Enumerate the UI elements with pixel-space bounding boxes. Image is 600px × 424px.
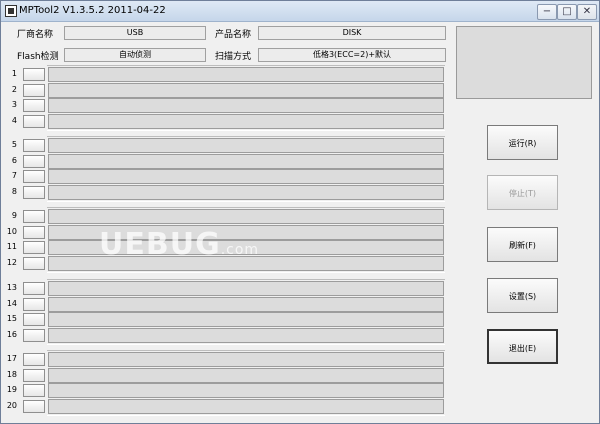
watermark-main: UEBUG bbox=[99, 227, 221, 262]
port-group bbox=[47, 350, 445, 417]
port-number: 9 bbox=[11, 211, 17, 220]
port-number: 16 bbox=[6, 329, 17, 339]
port-number: 17 bbox=[6, 354, 17, 363]
port-number: 7 bbox=[11, 171, 17, 181]
minimize-button[interactable]: − bbox=[537, 4, 557, 20]
port-button[interactable] bbox=[23, 185, 45, 199]
port-button[interactable] bbox=[23, 353, 45, 366]
port-button[interactable] bbox=[23, 313, 45, 327]
port-number: 4 bbox=[11, 115, 17, 125]
port-button[interactable] bbox=[23, 368, 45, 382]
window-title: MPTool2 V1.3.5.2 2011-04-22 bbox=[19, 5, 166, 16]
port-number: 18 bbox=[6, 369, 17, 379]
port-number: 3 bbox=[11, 100, 17, 110]
port-number: 20 bbox=[6, 400, 17, 410]
port-button[interactable] bbox=[23, 297, 45, 311]
flash-detect-field[interactable]: 自动侦测 bbox=[64, 48, 206, 62]
port-button[interactable] bbox=[23, 328, 45, 342]
run-button[interactable]: 运行(R) bbox=[487, 125, 558, 160]
scan-label: 扫描方式 bbox=[215, 52, 252, 62]
stop-button[interactable]: 停止(T) bbox=[487, 175, 558, 210]
port-group bbox=[47, 65, 445, 132]
port-button[interactable] bbox=[23, 399, 45, 413]
port-number: 12 bbox=[6, 257, 17, 267]
port-button[interactable] bbox=[23, 139, 45, 152]
flash-label: Flash检测 bbox=[17, 52, 59, 62]
port-button[interactable] bbox=[23, 225, 45, 239]
port-number: 5 bbox=[11, 140, 17, 149]
port-number: 10 bbox=[6, 226, 17, 236]
port-button[interactable] bbox=[23, 99, 45, 113]
exit-button[interactable]: 退出(E) bbox=[487, 329, 558, 364]
port-button[interactable] bbox=[23, 210, 45, 223]
port-button[interactable] bbox=[23, 83, 45, 97]
app-window: MPTool2 V1.3.5.2 2011-04-22 − □ ✕ 厂商名称 U… bbox=[0, 0, 600, 424]
port-number: 14 bbox=[6, 298, 17, 308]
port-number: 15 bbox=[6, 314, 17, 324]
port-button[interactable] bbox=[23, 170, 45, 184]
port-number: 11 bbox=[6, 242, 17, 252]
port-number: 1 bbox=[11, 69, 17, 78]
port-number: 2 bbox=[11, 84, 17, 94]
vendor-label: 厂商名称 bbox=[17, 30, 54, 40]
port-button[interactable] bbox=[23, 384, 45, 398]
title-bar[interactable]: MPTool2 V1.3.5.2 2011-04-22 − □ ✕ bbox=[1, 1, 599, 22]
maximize-button[interactable]: □ bbox=[557, 4, 577, 20]
app-icon bbox=[5, 5, 17, 17]
preview-panel bbox=[456, 26, 592, 99]
settings-button[interactable]: 设置(S) bbox=[487, 278, 558, 313]
port-button[interactable] bbox=[23, 68, 45, 81]
port-number: 8 bbox=[11, 186, 17, 196]
close-button[interactable]: ✕ bbox=[577, 4, 597, 20]
vendor-field[interactable]: USB bbox=[64, 26, 206, 40]
scan-mode-field[interactable]: 低格3(ECC=2)+默认 bbox=[258, 48, 446, 62]
port-button[interactable] bbox=[23, 241, 45, 255]
product-field[interactable]: DISK bbox=[258, 26, 446, 40]
port-group bbox=[47, 279, 445, 346]
port-number: 13 bbox=[6, 283, 17, 292]
port-group bbox=[47, 136, 445, 203]
port-button[interactable] bbox=[23, 154, 45, 168]
port-button[interactable] bbox=[23, 114, 45, 128]
port-button[interactable] bbox=[23, 282, 45, 295]
watermark-sub: .com bbox=[220, 242, 260, 258]
port-button[interactable] bbox=[23, 256, 45, 270]
refresh-button[interactable]: 刷新(F) bbox=[487, 227, 558, 262]
product-label: 产品名称 bbox=[215, 30, 252, 40]
port-number: 6 bbox=[11, 155, 17, 165]
port-number: 19 bbox=[6, 385, 17, 395]
watermark: UEBUG.com bbox=[99, 227, 259, 262]
